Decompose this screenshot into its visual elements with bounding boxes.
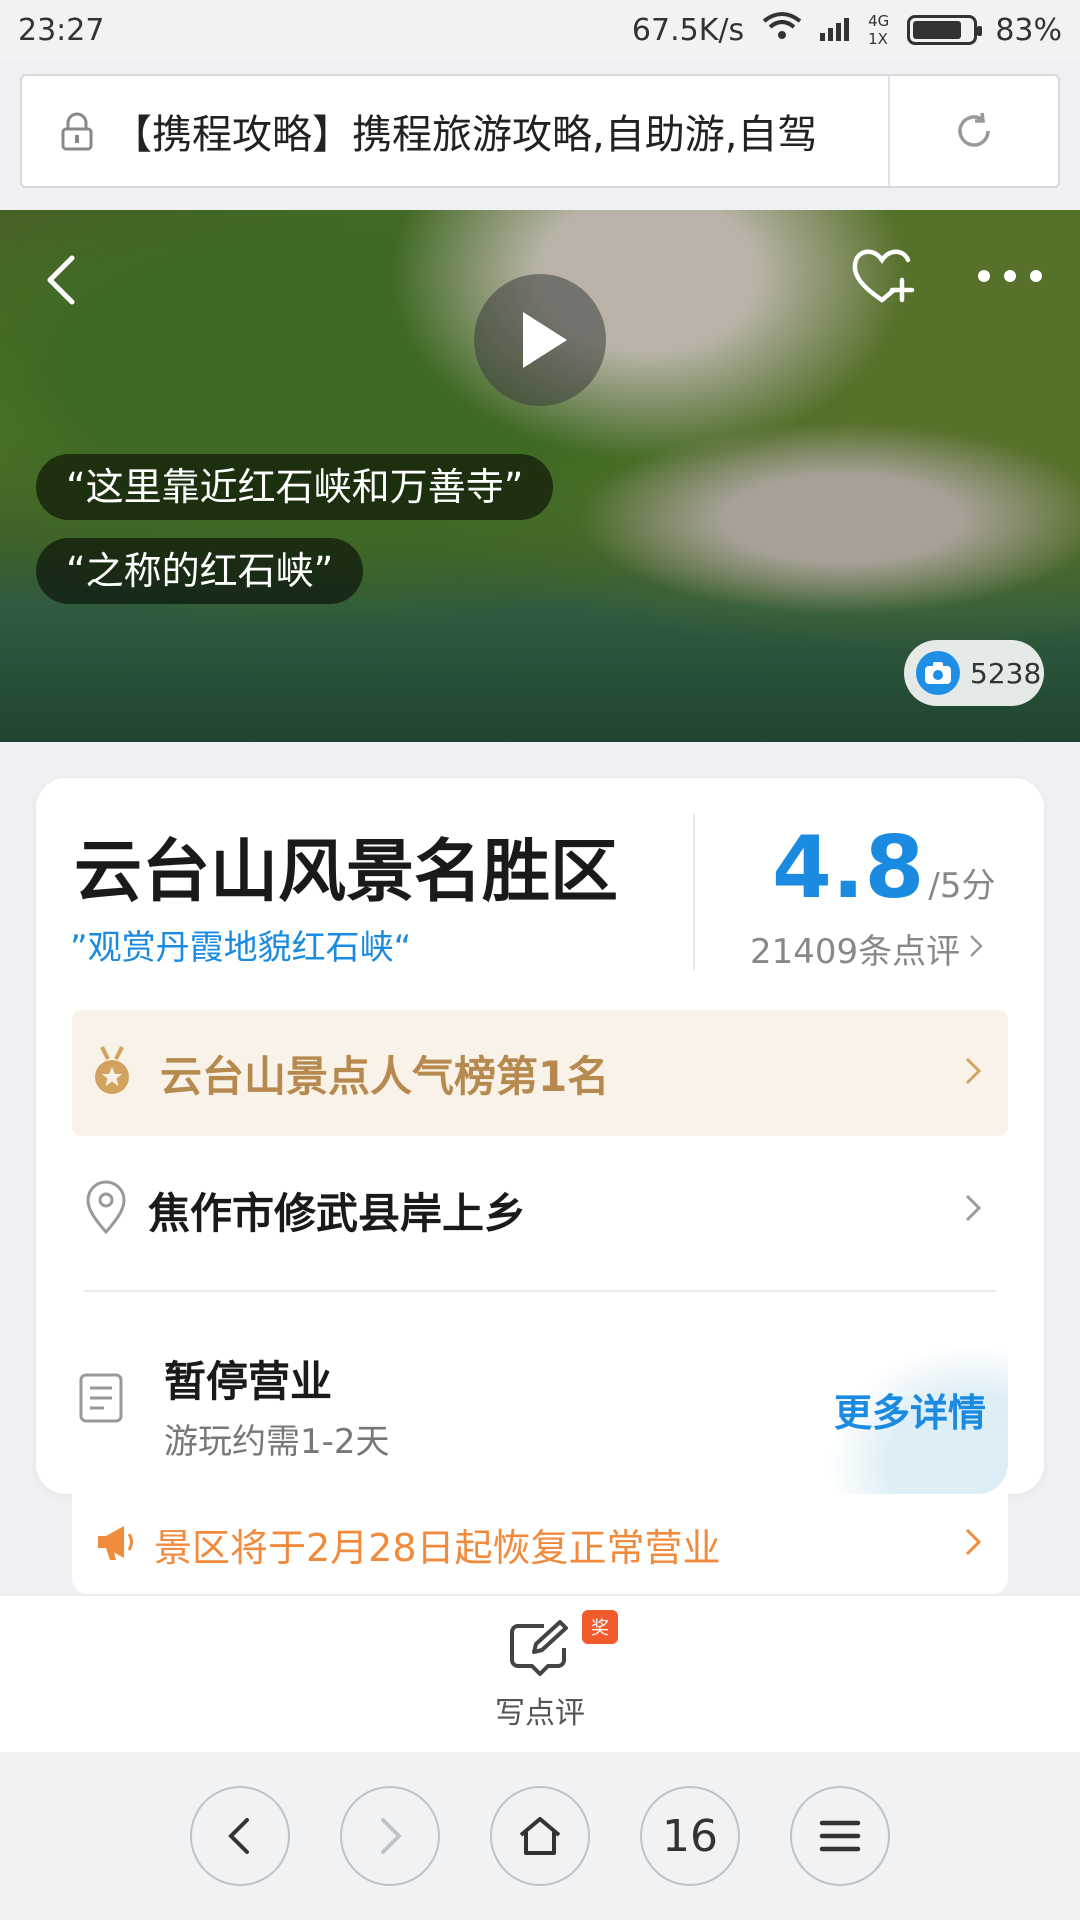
rating-max: /5分 (928, 866, 996, 906)
camera-icon (916, 651, 960, 695)
photo-count: 5238 (970, 656, 1042, 690)
rank-text: 云台山景点人气榜第1名 (160, 1051, 610, 1101)
address-row[interactable]: 焦作市修武县岸上乡 (72, 1148, 1008, 1272)
megaphone-icon (94, 1522, 138, 1566)
cell-signal-group: 4G 1X (820, 12, 889, 48)
status-right-group: 67.5K/s 4G 1X 83% (632, 11, 1062, 49)
network-speed: 67.5K/s (631, 12, 745, 48)
favorite-heart-icon[interactable] (850, 244, 916, 310)
opening-status-row: 暂停营业 游玩约需1-2天 更多详情 (72, 1298, 1008, 1494)
nav-forward-button[interactable] (340, 1786, 440, 1886)
battery-icon (907, 15, 983, 45)
status-time: 23:27 (18, 12, 105, 48)
nav-home-button[interactable] (490, 1786, 590, 1886)
status-bar: 23:27 67.5K/s 4G 1X 83% (0, 0, 1080, 60)
reward-badge: 奖 (582, 1610, 618, 1644)
header-divider (693, 814, 695, 970)
wifi-icon (762, 11, 802, 49)
edit-icon (508, 1620, 572, 1684)
address-text: 焦作市修武县岸上乡 (148, 1188, 527, 1238)
network-type: 4G (868, 12, 890, 30)
more-details-link[interactable]: 更多详情 (834, 1382, 986, 1437)
chevron-right-icon (964, 1526, 982, 1562)
location-pin-icon (82, 1180, 130, 1240)
chevron-right-icon (964, 1192, 982, 1228)
menu-icon (819, 1820, 861, 1852)
notice-text: 景区将于2月28日起恢复正常营业 (154, 1525, 721, 1570)
photo-count-badge[interactable]: 5238 (904, 640, 1044, 706)
more-options-icon[interactable] (978, 270, 1042, 282)
write-review-bar: 写点评 奖 (0, 1594, 1080, 1752)
nav-back-button[interactable] (190, 1786, 290, 1886)
medal-icon (92, 1045, 132, 1101)
attraction-info-card: 云台山风景名胜区 ”观赏丹霞地貌红石峡“ 4.8 /5分 21409条点评 云台… (36, 778, 1044, 1494)
lock-icon (42, 111, 112, 151)
tab-count: 16 (662, 1810, 718, 1862)
nav-menu-button[interactable] (790, 1786, 890, 1886)
attraction-tagline: ”观赏丹霞地貌红石峡“ (70, 928, 412, 968)
battery-fill (913, 21, 962, 39)
play-video-icon[interactable] (474, 274, 606, 406)
chevron-right-icon (968, 929, 984, 969)
url-bar[interactable]: 【携程攻略】携程旅游攻略,自助游,自驾 (20, 74, 1060, 188)
opening-status: 暂停营业 (164, 1357, 333, 1406)
reload-icon[interactable] (888, 76, 1058, 186)
browser-nav-bar: 16 (0, 1752, 1080, 1920)
visit-duration: 游玩约需1-2天 (164, 1422, 390, 1462)
row-divider (84, 1290, 996, 1292)
home-icon (519, 1817, 561, 1855)
review-count-link[interactable]: 21409条点评 (750, 924, 984, 973)
hero-quote-2: “之称的红石峡” (36, 538, 364, 604)
reopening-notice[interactable]: 景区将于2月28日起恢复正常营业 (72, 1494, 1008, 1594)
battery-percent: 83% (995, 12, 1062, 48)
nav-tabs-button[interactable]: 16 (640, 1786, 740, 1886)
hero-quote-1: “这里靠近红石峡和万善寺” (36, 454, 554, 520)
rating-block[interactable]: 4.8 /5分 (772, 818, 995, 918)
back-icon[interactable] (38, 250, 88, 314)
sim-label: 1X (868, 30, 888, 48)
url-title[interactable]: 【携程攻略】携程旅游攻略,自助游,自驾 (112, 102, 888, 160)
chevron-left-icon (228, 1818, 249, 1854)
write-review-label: 写点评 (495, 1696, 585, 1731)
review-count: 21409条点评 (750, 932, 961, 972)
chevron-right-icon (381, 1818, 402, 1854)
network-type-stack: 4G 1X (868, 12, 889, 48)
attraction-name: 云台山风景名胜区 (74, 833, 619, 912)
hero-image[interactable]: “这里靠近红石峡和万善寺” “之称的红石峡” 5238 (0, 210, 1080, 742)
chevron-right-icon (964, 1055, 982, 1091)
rating-score: 4.8 (772, 818, 925, 918)
popularity-rank-row[interactable]: 云台山景点人气榜第1名 (72, 1010, 1008, 1136)
signal-icon (820, 15, 856, 46)
document-icon (78, 1372, 124, 1428)
